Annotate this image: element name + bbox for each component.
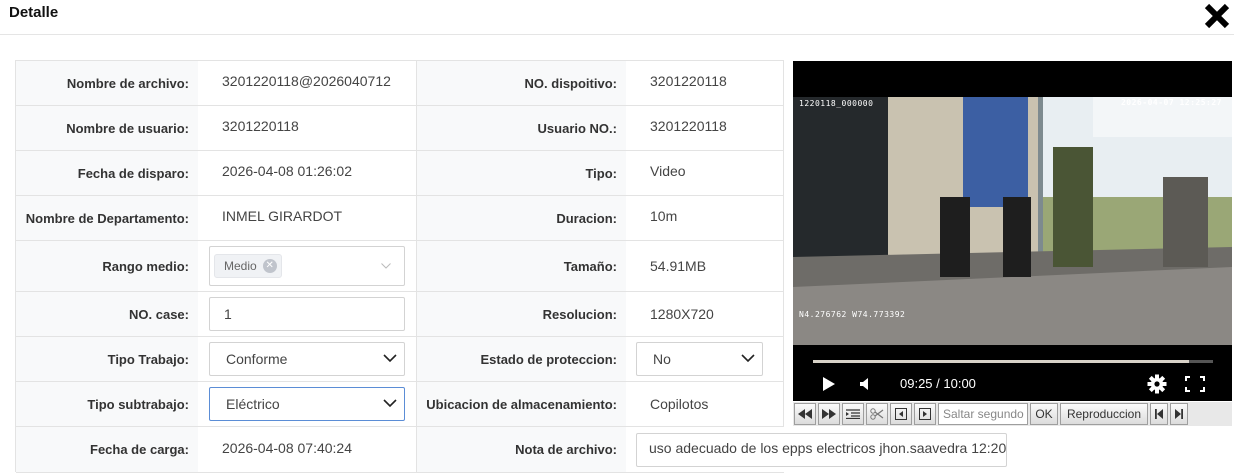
protection-status-selected: No — [653, 351, 671, 367]
form-row: Fecha de carga: 2026-04-08 07:40:24 Nota… — [16, 427, 1008, 473]
skip-end-icon — [1175, 409, 1183, 419]
storage-location-value: Copilotos — [626, 382, 784, 426]
seek-seconds-input[interactable]: Saltar segundo — [938, 403, 1028, 425]
range-tag-label: Medio — [224, 259, 257, 273]
osd-coordinates: N4.276762 W74.773392 — [799, 310, 906, 319]
chevron-down-icon — [383, 354, 397, 363]
resolution-value: 1280X720 — [626, 292, 784, 336]
first-button[interactable] — [1150, 403, 1168, 425]
tag-remove-icon[interactable]: ✕ — [262, 259, 277, 273]
list-button[interactable] — [842, 403, 864, 425]
last-button[interactable] — [1170, 403, 1188, 425]
range-tag: Medio ✕ — [214, 254, 282, 278]
field-label: Tipo subtrabajo: — [16, 382, 198, 426]
close-icon[interactable] — [1203, 2, 1231, 30]
range-multiselect[interactable]: Medio ✕ — [209, 246, 405, 286]
form-row: NO. case: 1 Resolucion: 1280X720 — [16, 292, 784, 337]
dialog-header: Detalle — [0, 0, 1234, 35]
size-value: 54.91MB — [626, 241, 784, 291]
skip-start-icon — [1155, 409, 1163, 419]
fullscreen-icon[interactable] — [1185, 376, 1205, 392]
form-row: Tipo Trabajo: Conforme Estado de protecc… — [16, 337, 784, 382]
clip-button[interactable] — [866, 403, 888, 425]
osd-datetime: 2026-04-07 12:25:27 — [1120, 98, 1222, 107]
playback-toolbar: Saltar segundo OK Reproduccion — [793, 402, 1232, 426]
rewind-button[interactable] — [794, 403, 816, 425]
form-row: Nombre de Departamento: INMEL GIRARDOT D… — [16, 196, 784, 241]
video-time-display: 09:25 / 10:00 — [900, 376, 976, 391]
field-label: Nombre de usuario: — [16, 106, 198, 150]
file-name-value: 3201220118@2026040712 — [222, 73, 391, 89]
user-name-value: 3201220118 — [222, 118, 299, 134]
field-label: Tipo Trabajo: — [16, 337, 198, 381]
chevron-down-icon — [381, 263, 391, 269]
dialog-title: Detalle — [9, 4, 59, 21]
fast-forward-icon — [822, 409, 836, 419]
field-label: Nombre de Departamento: — [16, 196, 198, 240]
work-type-select[interactable]: Conforme — [209, 342, 405, 376]
field-label: Resolucion: — [416, 292, 626, 336]
video-progress-bar[interactable] — [813, 360, 1213, 363]
form-row: Nombre de usuario: 3201220118 Usuario NO… — [16, 106, 784, 151]
video-controls: 09:25 / 10:00 — [793, 365, 1232, 401]
device-number-value: 3201220118 — [626, 61, 784, 105]
step-forward-icon — [919, 408, 931, 420]
field-label: Tipo: — [416, 151, 626, 195]
department-value: INMEL GIRARDOT — [222, 208, 343, 224]
rewind-icon — [798, 409, 812, 419]
case-number-input[interactable]: 1 — [209, 297, 405, 331]
video-progress-fill — [813, 360, 1189, 363]
field-label: Tamaño: — [416, 241, 626, 291]
field-label: Nombre de archivo: — [16, 61, 198, 105]
video-player[interactable]: 1220118_000000 2026-04-07 12:25:27 N4.27… — [793, 61, 1232, 401]
play-icon[interactable] — [822, 376, 836, 392]
field-label: Fecha de disparo: — [16, 151, 198, 195]
field-label: NO. dispoitivo: — [416, 61, 626, 105]
field-label: Nota de archivo: — [416, 427, 626, 472]
user-number-value: 3201220118 — [626, 106, 784, 150]
form-row: Nombre de archivo: 3201220118@2026040712… — [16, 61, 784, 106]
subwork-type-select[interactable]: Eléctrico — [209, 387, 405, 421]
field-label: Usuario NO.: — [416, 106, 626, 150]
playback-mode-button[interactable]: Reproduccion — [1060, 403, 1148, 425]
file-note-input[interactable]: uso adecuado de los epps electricos jhon… — [636, 432, 1008, 467]
ok-button[interactable]: OK — [1030, 403, 1058, 425]
field-label: Fecha de carga: — [16, 427, 198, 472]
fast-forward-button[interactable] — [818, 403, 840, 425]
next-frame-button[interactable] — [914, 403, 936, 425]
protection-status-select[interactable]: No — [636, 342, 763, 376]
field-label: Ubicacion de almacenamiento: — [416, 382, 626, 426]
field-label: Duracion: — [416, 196, 626, 240]
video-frame — [793, 97, 1232, 345]
field-label: NO. case: — [16, 292, 198, 336]
form-row: Rango medio: Medio ✕ Tamaño: 54.91MB — [16, 241, 784, 292]
list-icon — [846, 409, 860, 419]
subwork-type-selected: Eléctrico — [226, 396, 280, 412]
volume-icon[interactable] — [858, 377, 872, 391]
chevron-down-icon — [383, 399, 397, 408]
work-type-selected: Conforme — [226, 351, 288, 367]
trigger-date-value: 2026-04-08 01:26:02 — [222, 163, 352, 179]
chevron-down-icon — [741, 354, 755, 363]
field-label: Estado de proteccion: — [416, 337, 626, 381]
upload-date-value: 2026-04-08 07:40:24 — [222, 439, 352, 456]
field-label: Rango medio: — [16, 241, 198, 291]
gear-icon[interactable] — [1147, 374, 1167, 394]
step-back-icon — [895, 408, 907, 420]
form-row: Tipo subtrabajo: Eléctrico Ubicacion de … — [16, 382, 784, 427]
osd-device-id: 1220118_000000 — [799, 99, 874, 108]
prev-frame-button[interactable] — [890, 403, 912, 425]
detail-form: Nombre de archivo: 3201220118@2026040712… — [15, 60, 1008, 473]
duration-value: 10m — [626, 196, 784, 240]
form-row: Fecha de disparo: 2026-04-08 01:26:02 Ti… — [16, 151, 784, 196]
scissors-icon — [870, 408, 884, 420]
type-value: Video — [626, 151, 784, 195]
